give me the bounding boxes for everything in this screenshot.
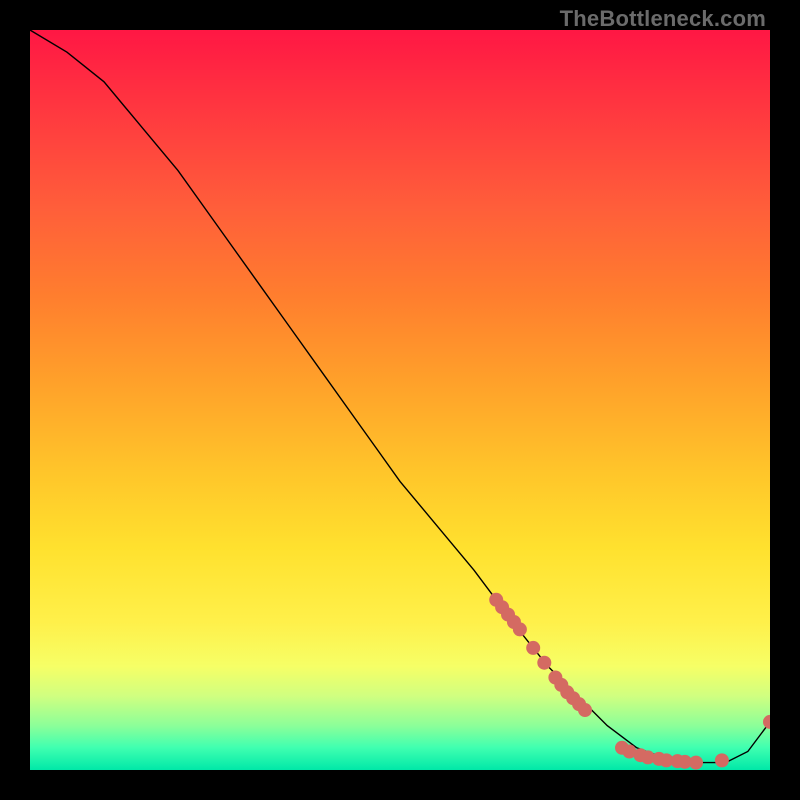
bottleneck-curve [30,30,770,763]
highlight-dot [537,656,551,670]
watermark-text: TheBottleneck.com [560,6,766,32]
highlight-dot [715,753,729,767]
highlight-dot [689,756,703,770]
chart-overlay-svg [30,30,770,770]
highlight-dot [578,703,592,717]
highlight-dot [513,622,527,636]
highlight-dot [763,715,770,729]
highlight-dot [526,641,540,655]
chart-area [30,30,770,770]
